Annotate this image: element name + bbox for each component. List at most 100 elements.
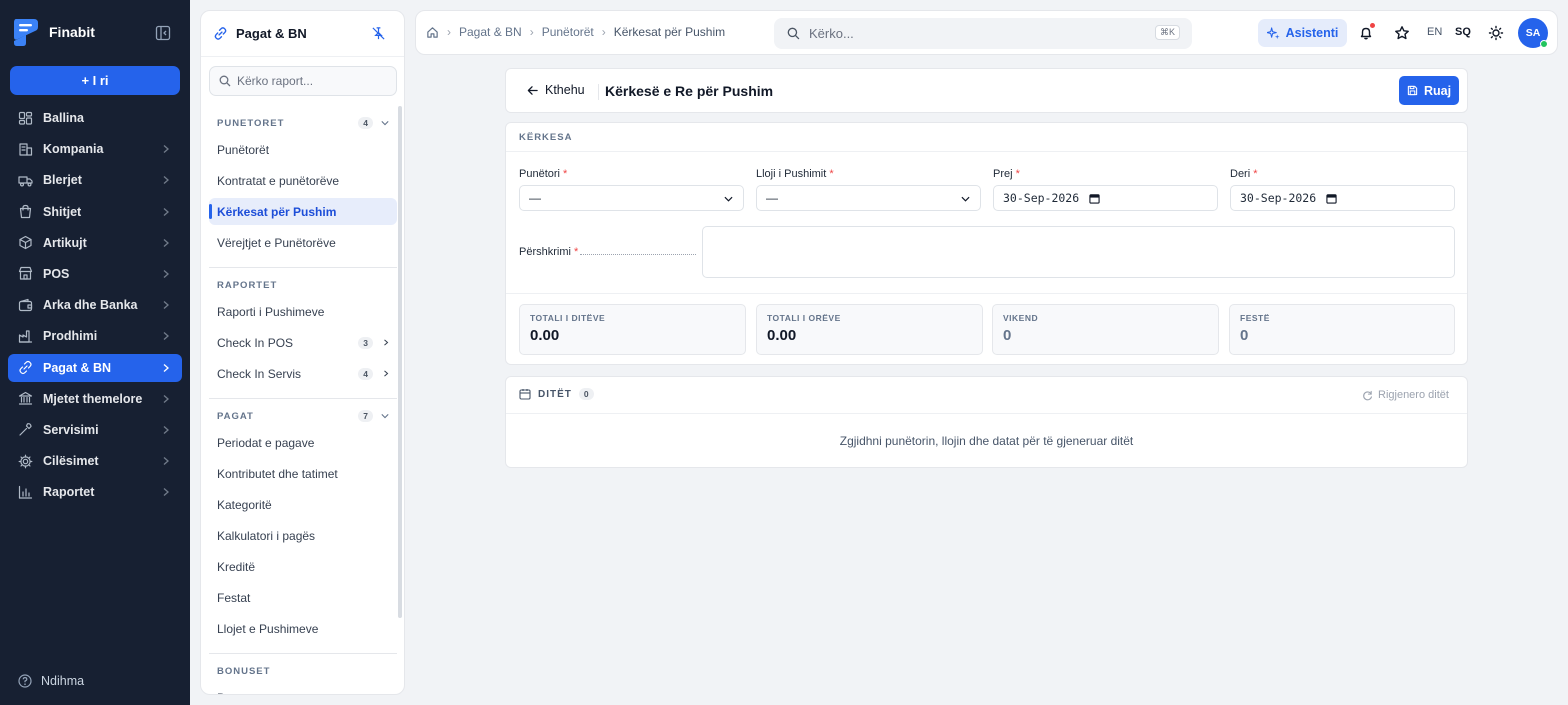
panel-item[interactable]: Kalkulatori i pagës xyxy=(209,522,397,549)
panel-item[interactable]: Periodat e pagave xyxy=(209,429,397,456)
chevron-right-icon xyxy=(163,363,169,372)
panel-item[interactable]: Kategoritë xyxy=(209,491,397,518)
calendar-icon[interactable] xyxy=(1326,193,1337,204)
sidebar-item-truck[interactable]: Blerjet xyxy=(8,166,182,194)
divider xyxy=(506,413,1467,414)
box-icon xyxy=(19,236,32,250)
breadcrumb-item-section[interactable]: Punëtorët xyxy=(542,25,594,39)
panel-item[interactable]: Vërejtjet e Punëtorëve xyxy=(209,229,397,256)
page-title: Kërkesë e Re për Pushim xyxy=(605,83,774,99)
panel-item[interactable]: Check In POS 3 xyxy=(209,329,397,356)
sidebar-item-label: Kompania xyxy=(43,142,104,157)
chevron-down-icon xyxy=(724,196,733,202)
sidebar-item-label: Artikujt xyxy=(43,235,87,250)
panel-item[interactable]: Bonuset xyxy=(209,684,397,695)
link-icon xyxy=(19,360,32,375)
sidebar-item-wallet[interactable]: Arka dhe Banka xyxy=(8,291,182,319)
calendar-icon[interactable] xyxy=(1089,193,1100,204)
chevron-right-icon xyxy=(163,269,169,278)
section-divider xyxy=(209,398,397,399)
back-button[interactable]: Kthehu xyxy=(527,83,585,97)
star-icon[interactable] xyxy=(1394,25,1410,41)
global-search[interactable]: ⌘K xyxy=(774,18,1192,49)
sidebar-item-factory[interactable]: Prodhimi xyxy=(8,322,182,350)
sidebar-item-bar-chart[interactable]: Raportet xyxy=(8,478,182,506)
regenerate-days-button[interactable]: Rigjenero ditët xyxy=(1362,389,1449,401)
panel-item-label: Kategoritë xyxy=(217,497,272,512)
panel-item[interactable]: Llojet e Pushimeve xyxy=(209,615,397,642)
sidebar-item-link[interactable]: Pagat & BN xyxy=(8,353,182,382)
chevron-right-icon xyxy=(163,207,169,216)
required-marker: * xyxy=(1250,168,1258,180)
panel-item[interactable]: Kreditë xyxy=(209,553,397,580)
sun-icon[interactable] xyxy=(1488,25,1504,41)
sidebar-item-store[interactable]: POS xyxy=(8,260,182,288)
wrench-icon xyxy=(19,423,32,436)
employee-label-text: Punëtori xyxy=(519,168,560,180)
to-date-input[interactable]: 30-Sep-2026 xyxy=(1230,185,1455,211)
days-empty-state: Zgjidhni punëtorin, llojin dhe datat për… xyxy=(839,434,1134,448)
chevron-right-icon xyxy=(163,457,169,466)
panel-item[interactable]: Kontratat e punëtorëve xyxy=(209,167,397,194)
to-date-label: Deri * xyxy=(1230,168,1258,180)
panel-section-title: PUNETORET xyxy=(217,117,285,129)
sidebar-item-shopping-bag[interactable]: Shitjet xyxy=(8,198,182,226)
save-icon xyxy=(1407,85,1418,96)
sidebar-item-wrench[interactable]: Servisimi xyxy=(8,416,182,444)
breadcrumb-item-current: Kërkesat për Pushim xyxy=(613,25,726,39)
finabit-logo-icon xyxy=(14,19,38,46)
collapse-sidebar-icon[interactable] xyxy=(155,25,171,41)
days-card: DITËT 0 Rigjenero ditët Zgjidhni punëtor… xyxy=(505,376,1468,468)
stat-value: 0 xyxy=(1240,327,1249,344)
total-hours-stat: TOTALI I ORËVE 0.00 xyxy=(756,304,983,355)
store-icon xyxy=(18,267,33,281)
panel-item-label: Check In Servis xyxy=(217,366,302,381)
sidebar-item-box[interactable]: Artikujt xyxy=(8,229,182,257)
help-icon xyxy=(18,674,32,688)
page-header: Kthehu Kërkesë e Re për Pushim Ruaj xyxy=(505,68,1468,113)
sidebar-item-dashboard[interactable]: Ballina xyxy=(8,104,182,132)
unpin-icon[interactable] xyxy=(371,26,386,41)
employee-select[interactable]: — xyxy=(519,185,744,211)
sidebar-item-bank[interactable]: Mjetet themelore xyxy=(8,385,182,413)
panel-section-header[interactable]: PAGAT 7 xyxy=(209,405,397,427)
new-button[interactable]: + I ri xyxy=(10,66,180,95)
top-bar: › Pagat & BN › Punëtorët › Kërkesat për … xyxy=(415,10,1558,55)
sidebar-item-label: Ballina xyxy=(43,111,84,125)
panel-item[interactable]: Kërkesat për Pushim xyxy=(209,198,397,225)
leave-type-select[interactable]: — xyxy=(756,185,981,211)
sidebar-item-building[interactable]: Kompania xyxy=(8,135,182,163)
sidebar-item-gear[interactable]: Cilësimet xyxy=(8,447,182,475)
sidebar-item-label: Prodhimi xyxy=(43,329,98,344)
panel-item[interactable]: Festat xyxy=(209,584,397,611)
panel-item[interactable]: Kontributet dhe tatimet xyxy=(209,460,397,487)
stat-value: 0 xyxy=(1003,327,1012,344)
days-header: DITËT 0 xyxy=(519,388,594,400)
panel-item[interactable]: Punëtorët xyxy=(209,136,397,163)
from-date-input[interactable]: 30-Sep-2026 xyxy=(993,185,1218,211)
report-search-input[interactable] xyxy=(237,74,387,88)
chevron-right-icon xyxy=(163,425,169,434)
panel-section-header[interactable]: PUNETORET 4 xyxy=(209,112,397,134)
app-logo[interactable]: Finabit xyxy=(12,17,95,47)
stat-label: VIKEND xyxy=(1003,313,1039,323)
app-name: Finabit xyxy=(49,24,95,40)
description-textarea[interactable] xyxy=(702,226,1455,278)
global-search-input[interactable] xyxy=(809,26,1139,41)
save-button[interactable]: Ruaj xyxy=(1399,76,1459,105)
help-link[interactable]: Ndihma xyxy=(18,674,84,688)
home-icon[interactable] xyxy=(426,26,439,39)
section-count-badge: 7 xyxy=(358,410,373,422)
language-en[interactable]: EN xyxy=(1427,26,1442,38)
breadcrumb-item-module[interactable]: Pagat & BN xyxy=(459,25,522,39)
assistant-button[interactable]: Asistenti xyxy=(1258,19,1347,47)
panel-item[interactable]: Check In Servis 4 xyxy=(209,360,397,387)
language-sq[interactable]: SQ xyxy=(1455,26,1471,38)
report-search[interactable] xyxy=(209,66,397,96)
breadcrumb-separator: › xyxy=(447,25,451,39)
chevron-right-icon xyxy=(384,339,389,346)
panel-item[interactable]: Raporti i Pushimeve xyxy=(209,298,397,325)
chevron-down-icon xyxy=(381,121,389,126)
module-panel-header: Pagat & BN xyxy=(201,11,404,57)
module-panel-scrollbar[interactable] xyxy=(398,106,402,618)
